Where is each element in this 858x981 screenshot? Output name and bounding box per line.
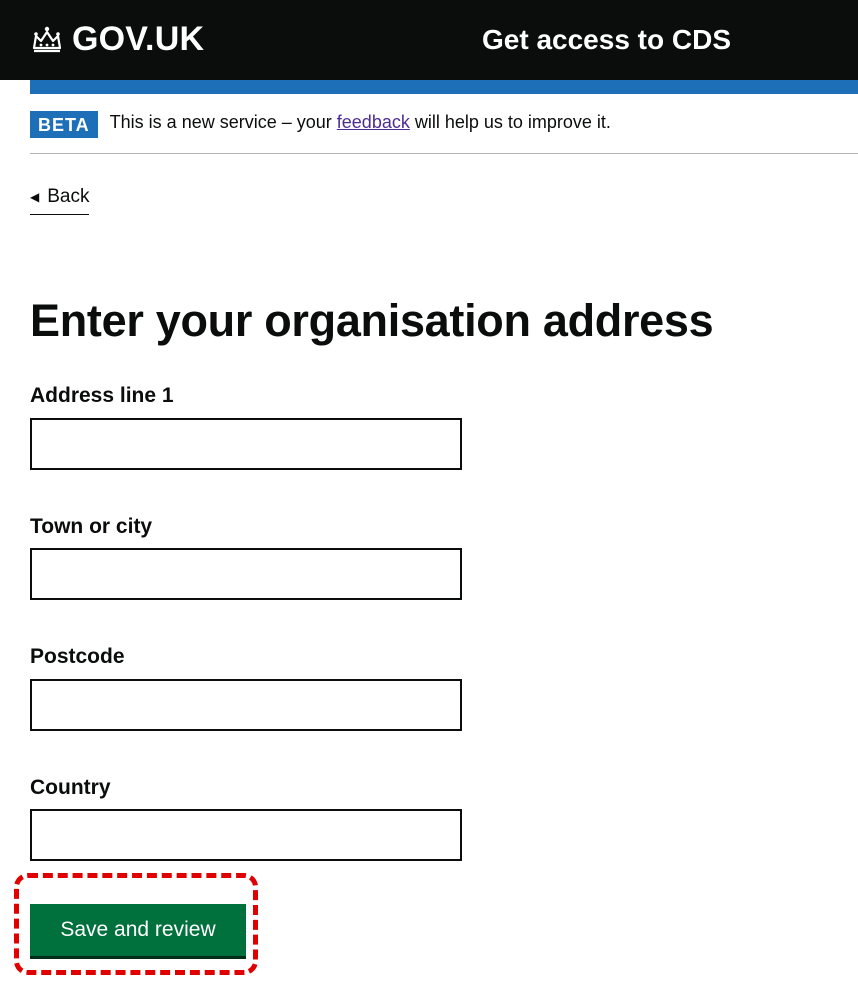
page: GOV.UK Get access to CDS BETA This is a … (0, 0, 858, 981)
back-link[interactable]: ◀ Back (30, 186, 90, 215)
postcode-input[interactable] (30, 679, 462, 731)
phase-banner: BETA This is a new service – your feedba… (30, 104, 858, 154)
page-title: Enter your organisation address (30, 295, 714, 346)
save-and-review-button[interactable]: Save and review (30, 904, 246, 956)
govuk-logo-link[interactable]: GOV.UK (30, 22, 204, 56)
header-blue-stripe (30, 80, 858, 94)
back-arrow-icon: ◀ (30, 190, 40, 204)
feedback-link[interactable]: feedback (337, 112, 410, 132)
address-line-1-input[interactable] (30, 418, 462, 470)
country-input[interactable] (30, 809, 462, 861)
town-or-city-label: Town or city (30, 515, 153, 538)
beta-tag: BETA (30, 111, 98, 138)
site-header: GOV.UK Get access to CDS (0, 0, 858, 80)
phase-text-after: will help us to improve it. (414, 112, 611, 132)
address-line-1-label: Address line 1 (30, 384, 174, 407)
service-name-link[interactable]: Get access to CDS (482, 26, 731, 54)
back-link-label: Back (47, 186, 90, 207)
postcode-label: Postcode (30, 645, 125, 668)
country-label: Country (30, 776, 111, 799)
crown-icon (32, 26, 62, 53)
phase-text-before: This is a new service – your (109, 112, 332, 132)
govuk-logo-text: GOV.UK (72, 20, 205, 58)
phase-banner-text: This is a new service – your feedback wi… (109, 112, 611, 133)
town-or-city-input[interactable] (30, 548, 462, 600)
